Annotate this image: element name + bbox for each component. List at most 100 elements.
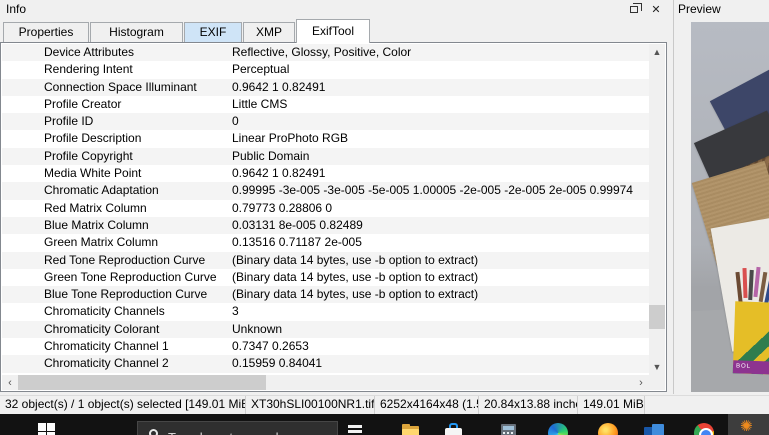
scroll-up-icon[interactable]: ▲: [649, 44, 665, 60]
table-row[interactable]: Profile Copyright Public Domain: [2, 147, 649, 166]
row-label: Media White Point: [44, 166, 142, 181]
row-value: (Binary data 14 bytes, use -b option to …: [232, 252, 479, 267]
photo-crayon-box: BOL: [732, 301, 769, 375]
taskbar-icon-xnview-active[interactable]: ✺: [728, 414, 769, 435]
taskbar: ✺: [0, 414, 769, 435]
row-label: Blue Matrix Column: [44, 217, 149, 232]
status-selection-count: 32 object(s) / 1 object(s) selected [149…: [0, 396, 246, 414]
scroll-right-icon[interactable]: ›: [633, 375, 649, 390]
scroll-left-icon[interactable]: ‹: [2, 375, 18, 390]
row-label: Profile Description: [44, 131, 142, 146]
row-value: 0.13516 0.71187 2e-005: [232, 235, 362, 250]
row-value: 0.79773 0.28806 0: [232, 200, 333, 215]
info-panel-header: Info ✕: [0, 0, 673, 18]
taskbar-icon-file-explorer[interactable]: [401, 423, 421, 435]
horizontal-scrollbar[interactable]: ‹ ›: [2, 375, 665, 390]
exiftool-table: Device Attributes Reflective, Glossy, Pos…: [0, 42, 667, 392]
table-row[interactable]: Red Matrix Column 0.79773 0.28806 0: [2, 200, 649, 217]
info-panel-title: Info: [6, 2, 27, 16]
taskbar-icon-briefcase-app[interactable]: [444, 423, 464, 435]
search-icon: [149, 429, 158, 435]
table-row[interactable]: Device Attributes Reflective, Glossy, Pos…: [2, 44, 649, 62]
row-label: Chromaticity Channel 1: [44, 339, 169, 354]
preview-panel-title: Preview: [678, 2, 721, 16]
table-row[interactable]: Green Matrix Column 0.13516 0.71187 2e-00…: [2, 234, 649, 251]
info-tabbar: Properties Histogram EXIF XMP ExifTool: [0, 18, 673, 43]
taskbar-icon-blue-app[interactable]: [644, 423, 664, 435]
row-value: 0.99995 -3e-005 -3e-005 -5e-005 1.00005 …: [232, 183, 633, 198]
table-row[interactable]: Profile Description Linear ProPhoto RGB: [2, 130, 649, 147]
row-label: Profile Creator: [44, 96, 122, 111]
table-row[interactable]: Media White Point 0.9642 1 0.82491: [2, 165, 649, 182]
row-value: 3: [232, 304, 239, 319]
row-value: Linear ProPhoto RGB: [232, 131, 349, 146]
row-value: 0: [232, 114, 239, 129]
exiftool-rows: Device Attributes Reflective, Glossy, Pos…: [2, 44, 649, 375]
row-value: Perceptual: [232, 62, 290, 77]
row-value: 0.9642 1 0.82491: [232, 166, 326, 181]
table-row[interactable]: Profile ID 0: [2, 113, 649, 131]
table-row[interactable]: Chromaticity Colorant Unknown: [2, 320, 649, 339]
row-label: Connection Space Illuminant: [44, 79, 197, 94]
start-button[interactable]: [38, 423, 55, 435]
close-icon: ✕: [651, 3, 661, 16]
row-label: Blue Tone Reproduction Curve: [44, 287, 208, 302]
table-row[interactable]: Profile Creator Little CMS: [2, 96, 649, 113]
row-label: Chromaticity Channels: [44, 304, 165, 319]
row-label: Device Attributes: [44, 45, 135, 59]
table-row[interactable]: Chromaticity Channel 1 0.7347 0.2653: [2, 338, 649, 355]
row-label: Red Matrix Column: [44, 200, 147, 215]
info-panel: Info ✕ Properties Histogram EXIF XMP Exi…: [0, 0, 673, 394]
row-value: (Binary data 14 bytes, use -b option to …: [232, 287, 479, 302]
status-bar: 32 object(s) / 1 object(s) selected [149…: [0, 395, 769, 414]
tab-exiftool[interactable]: ExifTool: [296, 19, 370, 43]
tab-histogram[interactable]: Histogram: [90, 22, 183, 42]
horizontal-scroll-thumb[interactable]: [18, 375, 266, 390]
taskbar-search[interactable]: [137, 421, 338, 435]
row-value: Unknown: [232, 321, 283, 336]
tab-xmp[interactable]: XMP: [243, 22, 295, 42]
taskbar-icon-chrome[interactable]: [694, 423, 714, 435]
table-row[interactable]: Chromatic Adaptation 0.99995 -3e-005 -3e-…: [2, 182, 649, 200]
row-label: Profile Copyright: [44, 148, 133, 163]
status-dimensions: 6252x4164x48 (1.50): [375, 396, 479, 414]
table-row[interactable]: Chromaticity Channel 2 0.15959 0.84041: [2, 355, 649, 373]
row-label: Green Tone Reproduction Curve: [44, 269, 217, 284]
row-label: Chromaticity Channel 2: [44, 356, 169, 371]
table-row[interactable]: Blue Tone Reproduction Curve (Binary data…: [2, 286, 649, 304]
taskbar-icon-firefox[interactable]: [598, 423, 618, 435]
search-input[interactable]: [168, 426, 328, 435]
list-icon: [348, 425, 362, 428]
table-row[interactable]: Rendering Intent Perceptual: [2, 61, 649, 78]
row-label: Profile ID: [44, 114, 94, 129]
float-panel-button[interactable]: [623, 2, 645, 16]
status-print-size: 20.84x13.88 inches: [479, 396, 578, 414]
screen: Info ✕ Properties Histogram EXIF XMP Exi…: [0, 0, 769, 435]
row-label: Rendering Intent: [44, 62, 133, 77]
table-row[interactable]: Green Tone Reproduction Curve (Binary dat…: [2, 269, 649, 286]
taskbar-icon-list-app[interactable]: [346, 423, 366, 435]
table-row[interactable]: Chromaticity Channels 3: [2, 303, 649, 320]
row-label: Chromaticity Colorant: [44, 321, 160, 336]
tab-exif[interactable]: EXIF: [184, 22, 242, 42]
row-value: 0.9642 1 0.82491: [232, 79, 326, 94]
taskbar-icon-edge[interactable]: [548, 423, 568, 435]
preview-image: BOL: [691, 22, 769, 392]
taskbar-icon-calculator[interactable]: [499, 423, 519, 435]
row-value: Public Domain: [232, 148, 310, 163]
status-file-size: 149.01 MiB: [578, 396, 645, 414]
table-row[interactable]: Connection Space Illuminant 0.9642 1 0.82…: [2, 78, 649, 96]
vertical-scroll-thumb[interactable]: [649, 305, 665, 329]
row-value: Reflective, Glossy, Positive, Color: [232, 45, 412, 59]
tab-properties[interactable]: Properties: [3, 22, 89, 42]
vertical-scrollbar[interactable]: ▲ ▼: [649, 44, 665, 375]
row-value: 0.7347 0.2653: [232, 339, 309, 354]
close-panel-button[interactable]: ✕: [645, 2, 667, 16]
preview-panel: Preview BOL: [673, 0, 769, 394]
table-row[interactable]: Blue Matrix Column 0.03131 8e-005 0.82489: [2, 216, 649, 235]
workspace: Info ✕ Properties Histogram EXIF XMP Exi…: [0, 0, 769, 394]
scroll-down-icon[interactable]: ▼: [649, 359, 665, 375]
row-label: Green Matrix Column: [44, 235, 159, 250]
table-row[interactable]: Red Tone Reproduction Curve (Binary data …: [2, 251, 649, 269]
row-value: Little CMS: [232, 96, 288, 111]
